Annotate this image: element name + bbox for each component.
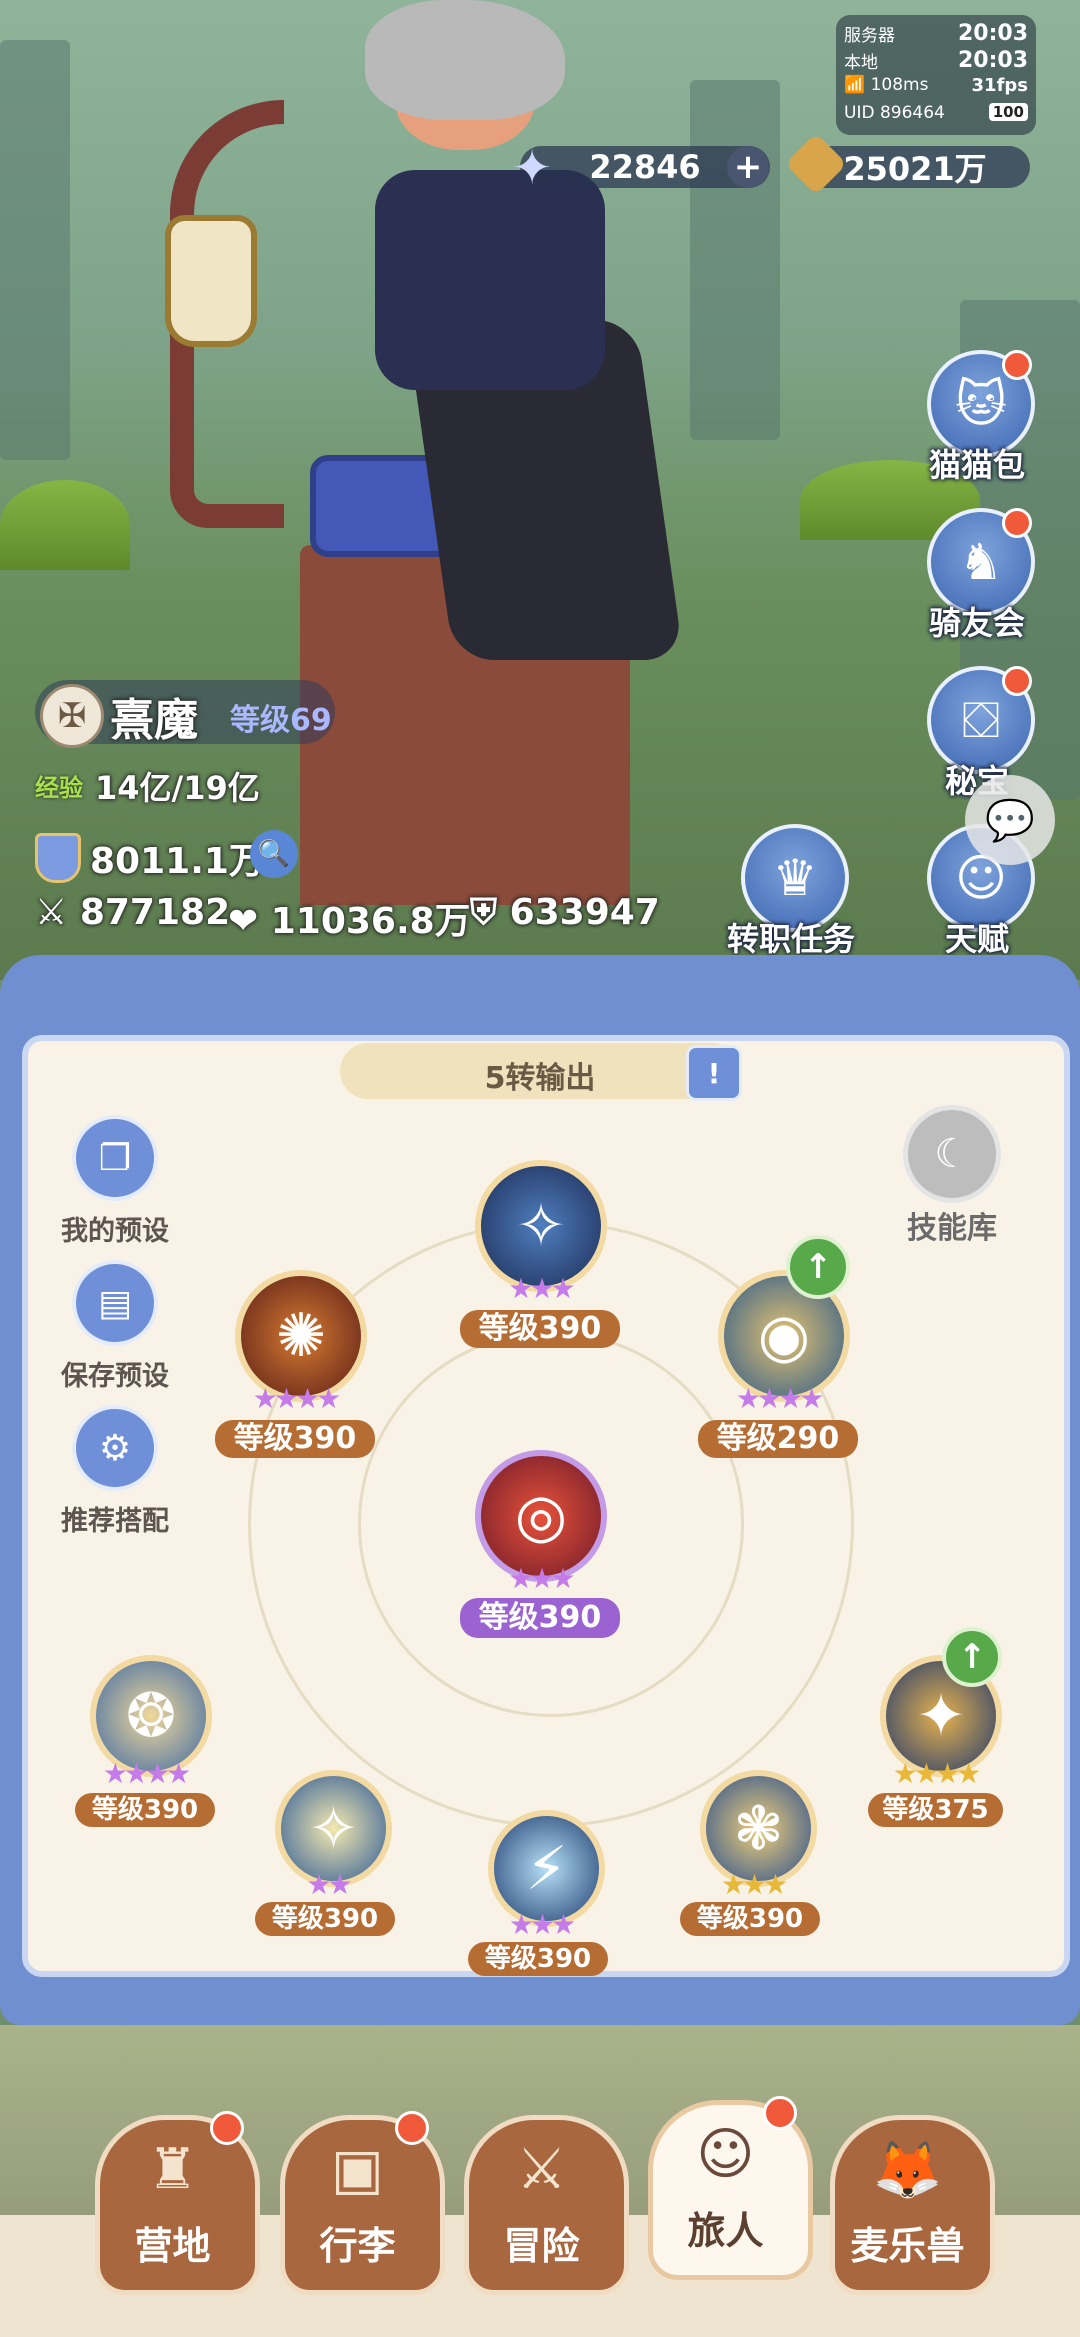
local-time: 20:03 <box>957 48 1028 73</box>
preset-title: 5转输出 <box>484 1061 596 1096</box>
job-quest-button[interactable]: ♛ 转职任务 <box>727 824 855 974</box>
notification-dot <box>763 2096 797 2130</box>
exp-label: 经验 <box>35 774 83 802</box>
nav-pet[interactable]: 🦊 麦乐兽 <box>830 2115 995 2300</box>
notification-dot <box>395 2111 429 2145</box>
character-hair <box>365 0 565 120</box>
traveler-icon: ☺ <box>696 2122 755 2187</box>
skill-stars: ★★★ <box>508 1272 575 1305</box>
document-icon: ❐ <box>72 1115 158 1201</box>
status-box: 服务器 20:03 本地 20:03 📶 108ms 31fps UID 896464… <box>836 15 1036 135</box>
character-name: 熹魔 <box>110 695 198 746</box>
skill-level: 等级290 <box>698 1420 858 1458</box>
hp-stat: ❤ 11036.8万 <box>228 901 471 942</box>
character-body <box>375 170 605 390</box>
skill-panel: 5转输出 ! ☾ 技能库 ❐ 我的预设 ▤ 保存预设 ⚙ 推荐搭配 ✧ ★★★ … <box>0 955 1080 2025</box>
nav-adventure-label: 冒险 <box>503 2224 580 2268</box>
shield-icon: ⛨ <box>470 892 498 933</box>
notification-dot <box>1002 350 1032 380</box>
exp-value: 14亿/19亿 <box>95 769 260 807</box>
upgrade-arrow-icon: ↑ <box>942 1627 1002 1687</box>
luggage-icon: ▣ <box>331 2137 384 2202</box>
my-preset-button[interactable]: ❐ 我的预设 <box>40 1115 190 1248</box>
skill-stars: ★★★★ <box>252 1382 341 1415</box>
skill-level: 等级375 <box>868 1793 1003 1827</box>
skill-level: 等级390 <box>680 1902 820 1936</box>
job-quest-label: 转职任务 <box>726 920 855 958</box>
skill-stars: ★★★ <box>508 1562 575 1595</box>
skill-level: 等级390 <box>460 1598 620 1638</box>
chat-bubble-button[interactable]: 💬 <box>965 775 1055 865</box>
skill-stars: ★★★ <box>508 1908 576 1941</box>
castle-icon: ♜ <box>147 2137 198 2202</box>
swords-icon: ⚔ <box>516 2137 567 2202</box>
skill-level: 等级390 <box>460 1310 620 1348</box>
rider-club-button[interactable]: ♞ 骑友会 <box>922 508 1035 658</box>
power-shield-icon <box>35 833 81 883</box>
combo-icon: ⚙ <box>72 1405 158 1491</box>
skill-level: 等级390 <box>468 1942 608 1976</box>
skill-stars: ★★★★ <box>735 1382 824 1415</box>
skill-stars: ★★★★ <box>892 1757 981 1790</box>
save-preset-label: 保存预设 <box>61 1361 169 1392</box>
class-emblem-icon: ✠ <box>40 684 104 748</box>
talent-label: 天赋 <box>944 920 1009 958</box>
search-power-button[interactable]: 🔍 <box>250 830 298 878</box>
pet-icon: 🦊 <box>872 2138 943 2203</box>
skill-stars: ★★★★ <box>102 1757 191 1790</box>
notification-dot <box>1002 508 1032 538</box>
uid-value: UID 896464 <box>844 103 945 123</box>
nav-adventure[interactable]: ⚔ 冒险 <box>464 2115 629 2300</box>
gold-counter: 25021万 <box>784 132 1030 196</box>
fps-value: 31fps <box>971 75 1028 96</box>
gold-value: 25021万 <box>843 150 987 188</box>
nav-luggage[interactable]: ▣ 行李 <box>280 2111 445 2300</box>
skill-stars: ★★ <box>306 1868 352 1901</box>
nav-luggage-label: 行李 <box>319 2224 396 2268</box>
ruin-pillar <box>690 80 780 440</box>
nav-traveler-label: 旅人 <box>687 2209 764 2253</box>
power-value: 8011.1万 <box>90 841 265 882</box>
skill-level: 等级390 <box>215 1420 375 1458</box>
character-level: 等级69 <box>230 703 332 738</box>
local-label: 本地 <box>844 53 878 73</box>
swords-icon: ⚔ <box>35 892 68 933</box>
nav-camp-label: 营地 <box>134 2224 211 2268</box>
server-label: 服务器 <box>844 26 895 46</box>
notification-dot <box>210 2111 244 2145</box>
rider-club-label: 骑友会 <box>928 604 1025 642</box>
skill-stars: ★★★ <box>720 1868 788 1901</box>
ruin-pillar <box>0 40 70 460</box>
upgrade-arrow-icon: ↑ <box>786 1235 850 1299</box>
save-icon: ▤ <box>72 1260 158 1346</box>
ping-value: 📶 108ms <box>844 75 929 95</box>
nav-pet-label: 麦乐兽 <box>850 2224 965 2268</box>
attack-stat: ⚔ 877182 <box>35 892 231 933</box>
save-preset-button[interactable]: ▤ 保存预设 <box>40 1260 190 1393</box>
add-diamond-button[interactable]: + <box>727 146 769 188</box>
battery-icon: 100 <box>988 103 1028 121</box>
server-time: 20:03 <box>957 21 1028 46</box>
diamond-value: 22846 <box>589 148 701 186</box>
cat-bag-button[interactable]: 🐱 猫猫包 <box>922 350 1035 500</box>
preset-info-button[interactable]: ! <box>686 1045 742 1101</box>
recommend-label: 推荐搭配 <box>61 1506 169 1537</box>
skill-library-label: 技能库 <box>907 1211 997 1246</box>
grass-patch <box>0 480 130 570</box>
skill-library-icon: ☾ <box>903 1105 1001 1203</box>
skill-library-button[interactable]: ☾ 技能库 <box>892 1105 1012 1247</box>
skill-level: 等级390 <box>75 1793 215 1827</box>
nav-camp[interactable]: ♜ 营地 <box>95 2111 260 2300</box>
star-gem-icon: ✦ <box>512 140 553 196</box>
recommend-button[interactable]: ⚙ 推荐搭配 <box>40 1405 190 1538</box>
nav-traveler[interactable]: ☺ 旅人 <box>648 2096 813 2285</box>
cat-bag-label: 猫猫包 <box>928 446 1025 484</box>
lamp <box>165 215 257 347</box>
notification-dot <box>1002 666 1032 696</box>
skill-level: 等级390 <box>255 1902 395 1936</box>
heart-icon: ❤ <box>228 901 259 942</box>
defense-stat: ⛨ 633947 <box>470 892 660 933</box>
my-preset-label: 我的预设 <box>61 1216 169 1247</box>
